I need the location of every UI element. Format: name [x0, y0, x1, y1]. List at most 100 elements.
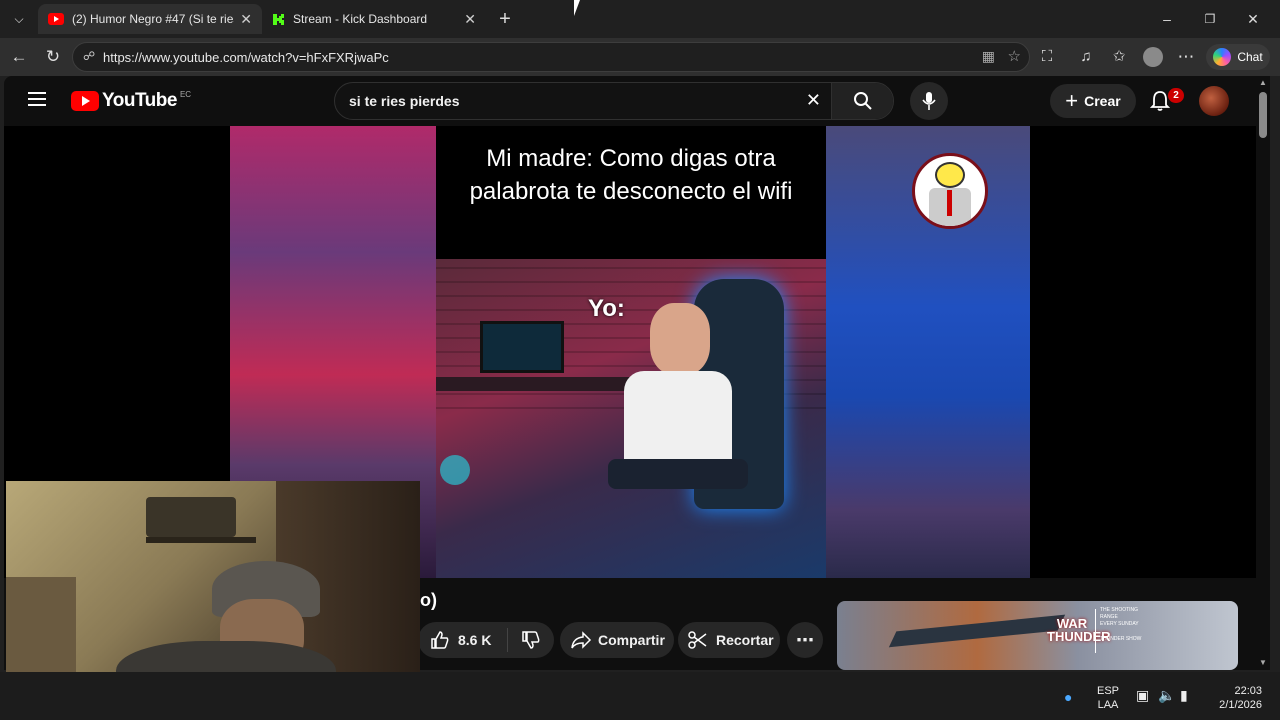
minimize-icon[interactable]: –	[1156, 8, 1178, 30]
hamburger-menu-icon[interactable]	[28, 92, 46, 106]
close-tab-icon[interactable]: ✕	[464, 11, 476, 28]
browser-toolbar: ← ↻ ☍ https://www.youtube.com/watch?v=hF…	[0, 38, 1280, 76]
page-scrollbar[interactable]: ▲ ▼	[1256, 76, 1270, 670]
volume-icon[interactable]: 🔈	[1158, 688, 1175, 702]
clip-label: Recortar	[716, 632, 774, 648]
url-text: https://www.youtube.com/watch?v=hFxFXRjw…	[103, 49, 389, 65]
copilot-chat-button[interactable]: Chat	[1206, 44, 1270, 70]
media-control-icon[interactable]: ♫	[1075, 46, 1097, 68]
microphone-tray-icon[interactable]: ●	[1064, 690, 1072, 704]
ad-line: RANGE	[1100, 614, 1118, 620]
chat-label: Chat	[1237, 50, 1263, 64]
search-bar: ✕	[334, 82, 894, 120]
chair-seat-decor	[608, 459, 748, 489]
more-actions-button[interactable]: ⋯	[787, 622, 823, 658]
scroll-down-icon[interactable]: ▼	[1259, 658, 1267, 667]
like-count: 8.6 K	[458, 632, 492, 648]
microphone-icon	[922, 92, 936, 110]
clock[interactable]: 22:03 2/1/2026	[1206, 684, 1262, 712]
battery-icon[interactable]: ▮	[1180, 688, 1188, 702]
language-indicator[interactable]: ESP LAA	[1094, 684, 1122, 712]
network-icon[interactable]: ▣	[1136, 688, 1149, 702]
avatar[interactable]	[1199, 86, 1229, 116]
like-dislike-group: 8.6 K	[418, 622, 554, 658]
language-top: ESP	[1096, 685, 1119, 697]
channel-watermark	[912, 153, 988, 229]
pc-fan-decor	[440, 455, 470, 485]
favorites-collection-icon[interactable]: ✩	[1108, 46, 1130, 68]
shelf-items-decor	[146, 497, 236, 537]
youtube-favicon-icon	[48, 13, 64, 25]
ad-line: THE SHOOTING	[1100, 607, 1139, 613]
video-title: o)	[420, 590, 437, 610]
tie-decor	[947, 190, 952, 216]
search-input[interactable]	[349, 93, 809, 109]
scrollbar-thumb[interactable]	[1259, 92, 1267, 138]
plus-icon: +	[1065, 88, 1079, 113]
clear-search-icon[interactable]: ✕	[806, 90, 821, 111]
extensions-icon[interactable]: ⛶	[1036, 46, 1058, 68]
reload-icon[interactable]: ↻	[42, 46, 64, 68]
monitor-decor	[480, 321, 564, 373]
youtube-header: YouTube EC ✕ + Crear 2	[4, 76, 1256, 126]
bell-icon	[1149, 91, 1171, 111]
app-install-icon[interactable]: ▦	[982, 48, 995, 65]
share-label: Compartir	[598, 632, 665, 648]
profile-icon[interactable]	[1143, 47, 1163, 67]
laughing-face-icon	[935, 162, 965, 188]
thumbs-up-icon	[431, 631, 449, 649]
video-caption: Mi madre: Como digas otra palabrota te d…	[469, 145, 793, 205]
clock-time: 22:03	[1234, 685, 1262, 697]
shelf-decor	[146, 537, 256, 543]
scroll-up-icon[interactable]: ▲	[1259, 78, 1267, 87]
person-head-decor	[650, 303, 710, 375]
ad-divider	[1095, 609, 1096, 653]
site-info-icon[interactable]: ☍	[83, 49, 95, 63]
favorite-star-icon[interactable]: ☆	[1008, 47, 1021, 65]
ad-text-block: THE SHOOTING RANGE EVERY SUNDAY THUNDER …	[1100, 607, 1141, 643]
tab-youtube[interactable]: (2) Humor Negro #47 (Si te ries tie ✕	[38, 4, 262, 34]
ad-banner[interactable]: WAR THUNDER THE SHOOTING RANGE EVERY SUN…	[837, 601, 1238, 670]
video-frame: Mi madre: Como digas otra palabrota te d…	[436, 126, 826, 578]
ad-line: THUNDER SHOW	[1100, 636, 1142, 642]
share-icon	[571, 631, 592, 649]
clock-date: 2/1/2026	[1219, 699, 1262, 711]
new-tab-plus-icon[interactable]: +	[494, 8, 516, 30]
close-window-icon[interactable]: ✕	[1242, 8, 1264, 30]
more-menu-icon[interactable]: ⋯	[1175, 46, 1197, 68]
scissors-icon	[688, 631, 707, 649]
tab-title: (2) Humor Negro #47 (Si te ries tie	[72, 12, 234, 26]
windows-taskbar: ● ESP LAA ▣ 🔈 ▮ 22:03 2/1/2026	[0, 672, 1280, 720]
kick-favicon-icon	[273, 13, 284, 25]
search-button[interactable]	[831, 83, 893, 119]
ad-brand: WAR THUNDER	[1047, 616, 1111, 644]
tab-kick-dashboard[interactable]: Stream - Kick Dashboard ✕	[262, 4, 486, 34]
dislike-button[interactable]	[508, 630, 554, 650]
copilot-icon	[1213, 48, 1232, 66]
close-tab-icon[interactable]: ✕	[240, 11, 252, 28]
mouse-cursor-icon	[574, 0, 586, 16]
video-scene: Yo:	[436, 259, 826, 578]
country-code: EC	[179, 89, 192, 99]
share-button[interactable]: Compartir	[560, 622, 674, 658]
like-button[interactable]: 8.6 K	[418, 628, 508, 652]
notification-badge: 2	[1168, 88, 1184, 103]
search-icon	[853, 92, 872, 110]
restore-icon[interactable]: ❐	[1199, 8, 1221, 30]
notifications-button[interactable]	[1149, 90, 1171, 117]
clip-button[interactable]: Recortar	[678, 622, 780, 658]
create-button[interactable]: + Crear	[1050, 84, 1136, 118]
voice-search-button[interactable]	[910, 82, 948, 120]
browser-tab-strip: ⌵ (2) Humor Negro #47 (Si te ries tie ✕ …	[0, 0, 1280, 38]
youtube-logo-text: YouTube	[102, 90, 177, 111]
youtube-logo[interactable]: YouTube EC	[71, 90, 191, 112]
create-label: Crear	[1084, 93, 1121, 109]
address-bar[interactable]: ☍ https://www.youtube.com/watch?v=hFxFXR…	[72, 42, 1030, 72]
tab-actions-chevron-icon[interactable]: ⌵	[8, 8, 30, 30]
video-overlay-text: Yo:	[588, 295, 625, 322]
tab-title: Stream - Kick Dashboard	[293, 12, 428, 26]
ad-line: EVERY SUNDAY	[1100, 621, 1139, 627]
jet-decor	[888, 614, 1066, 648]
back-arrow-icon[interactable]: ←	[8, 46, 30, 68]
youtube-play-icon	[71, 91, 99, 111]
